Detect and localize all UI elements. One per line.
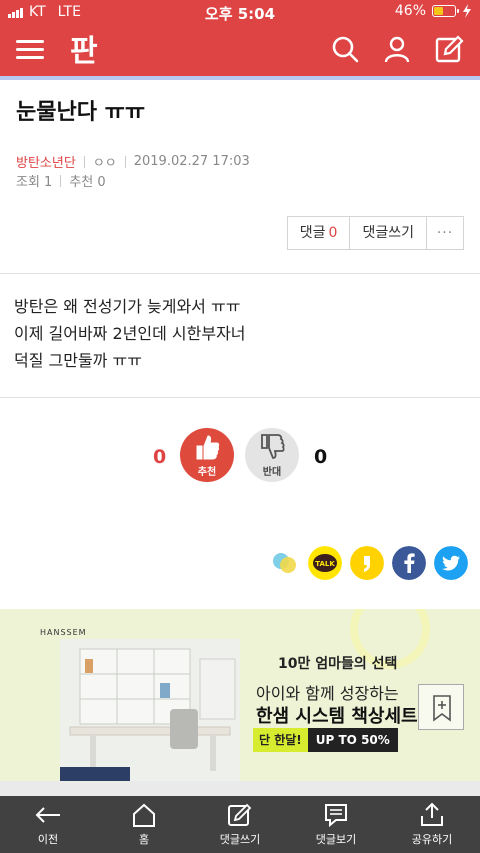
status-bar: KT LTE 오후 5:04 46% bbox=[0, 0, 480, 24]
more-button[interactable]: ··· bbox=[427, 217, 463, 249]
share-icon bbox=[421, 802, 443, 826]
upvote-count: 0 bbox=[153, 446, 167, 468]
ad-spacer bbox=[0, 781, 480, 796]
upvote-label: 추천 bbox=[197, 467, 217, 478]
write-comment-icon bbox=[228, 803, 252, 826]
post-author: ㅇㅇ bbox=[92, 156, 117, 171]
desk-image bbox=[60, 639, 240, 781]
ad-offer-value: UP TO 50% bbox=[307, 728, 398, 752]
menu-icon[interactable] bbox=[16, 37, 44, 63]
post-date: 2019.02.27 17:03 bbox=[133, 154, 250, 169]
nav-label: 홈 bbox=[138, 833, 150, 846]
bottom-nav: 이전 홈 댓글쓰기 댓글보기 공유하기 bbox=[0, 796, 480, 853]
nav-label: 이전 bbox=[37, 833, 59, 846]
app-header: 판 bbox=[0, 24, 480, 76]
thumbs-up-icon bbox=[196, 435, 220, 460]
home-icon bbox=[133, 803, 155, 827]
comments-button[interactable]: 댓글 0 bbox=[288, 217, 351, 249]
charging-icon bbox=[463, 4, 471, 18]
bookmark-button[interactable] bbox=[418, 684, 464, 730]
battery-percent: 46% bbox=[394, 3, 426, 19]
ad-brand: HANSSEM bbox=[40, 628, 87, 637]
nav-write-comment[interactable]: 댓글쓰기 bbox=[192, 796, 288, 853]
comments-count: 0 bbox=[328, 225, 338, 241]
divider bbox=[0, 397, 480, 398]
upvote-button[interactable]: 추천 bbox=[180, 428, 234, 482]
post-meta: 방탄소년단 ㅇㅇ 2019.02.27 17:03 bbox=[16, 152, 250, 171]
view-comments-icon bbox=[325, 804, 347, 828]
ad-title: 한샘 시스템 책상세트 bbox=[256, 706, 418, 727]
search-icon[interactable] bbox=[330, 34, 360, 64]
body-line: 이제 길어바짜 2년인데 시한부자너 bbox=[14, 324, 246, 343]
kakaostory-icon[interactable] bbox=[268, 546, 302, 580]
recommend-count: 추천 0 bbox=[69, 175, 106, 190]
post-body: 방탄은 왜 전성기가 늦게와서 ㅠㅠ 이제 길어바짜 2년인데 시한부자너 덕질… bbox=[14, 293, 246, 374]
pann-logo[interactable]: 판 bbox=[68, 29, 106, 69]
thumbs-down-icon bbox=[261, 434, 285, 459]
kakaopage-icon[interactable] bbox=[350, 546, 384, 580]
write-icon[interactable] bbox=[434, 34, 464, 64]
svg-text:판: 판 bbox=[70, 34, 98, 69]
downvote-label: 반대 bbox=[262, 467, 282, 478]
user-icon[interactable] bbox=[382, 34, 412, 64]
kakaotalk-icon[interactable]: TALK bbox=[308, 546, 342, 580]
nav-label: 댓글쓰기 bbox=[219, 833, 261, 846]
view-count: 조회 1 bbox=[16, 175, 53, 190]
ad-headline: 아이와 함께 성장하는 bbox=[256, 684, 399, 703]
back-arrow-icon bbox=[35, 807, 60, 823]
body-line: 덕질 그만둘까 ㅠㅠ bbox=[14, 351, 142, 370]
nav-home[interactable]: 홈 bbox=[96, 796, 192, 853]
downvote-count: 0 bbox=[314, 446, 328, 468]
ad-offer: 단 한달! UP TO 50% bbox=[253, 728, 398, 752]
nav-back[interactable]: 이전 bbox=[0, 796, 96, 853]
nav-label: 공유하기 bbox=[411, 833, 453, 846]
nav-share[interactable]: 공유하기 bbox=[384, 796, 480, 853]
write-comment-button[interactable]: 댓글쓰기 bbox=[350, 217, 427, 249]
bookmark-icon bbox=[433, 695, 451, 722]
svg-text:TALK: TALK bbox=[315, 560, 335, 568]
divider bbox=[0, 273, 480, 274]
downvote-button[interactable]: 반대 bbox=[245, 428, 299, 482]
post-title: 눈물난다 ㅠㅠ bbox=[16, 100, 146, 125]
battery-icon bbox=[432, 5, 459, 17]
twitter-icon[interactable] bbox=[434, 546, 468, 580]
post-stats: 조회 1 추천 0 bbox=[16, 171, 106, 190]
ad-offer-label: 단 한달! bbox=[253, 728, 308, 752]
post-category[interactable]: 방탄소년단 bbox=[16, 152, 76, 171]
facebook-icon[interactable] bbox=[392, 546, 426, 580]
ad-banner[interactable]: HANSSEM 10만 엄마들의 선택 아이와 함께 성장하는 한샘 시스템 책… bbox=[0, 609, 480, 781]
nav-view-comments[interactable]: 댓글보기 bbox=[288, 796, 384, 853]
header-divider bbox=[0, 76, 480, 80]
nav-label: 댓글보기 bbox=[315, 833, 357, 846]
comment-actions: 댓글 0 댓글쓰기 ··· bbox=[286, 216, 464, 250]
ad-tagline: 10만 엄마들의 선택 bbox=[278, 656, 398, 672]
body-line: 방탄은 왜 전성기가 늦게와서 ㅠㅠ bbox=[14, 297, 241, 316]
